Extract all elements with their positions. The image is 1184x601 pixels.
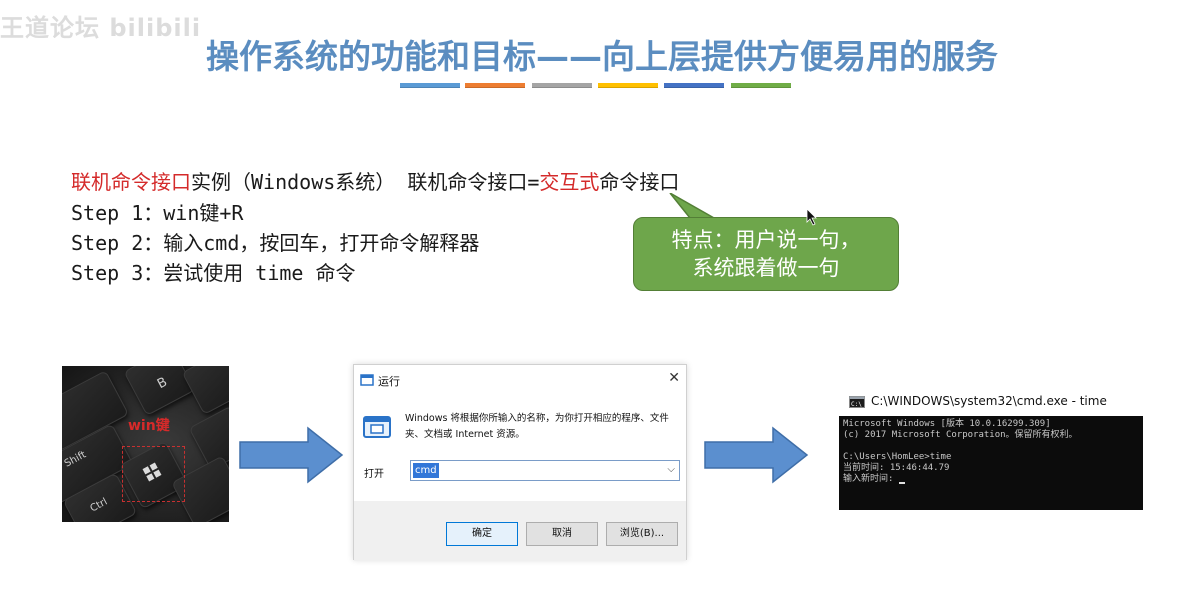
line1-tail-text: 命令接口 (599, 170, 680, 194)
console-line: (c) 2017 Microsoft Corporation。保留所有权利。 (843, 430, 1078, 440)
step-2-text: Step 2：输入cmd，按回车，打开命令解释器 (71, 231, 480, 255)
console-icon: C:\ (849, 396, 865, 408)
close-icon[interactable]: ✕ (668, 370, 680, 386)
cancel-button[interactable]: 取消 (526, 522, 598, 546)
color-bar (400, 83, 460, 88)
title-color-bars (400, 83, 800, 89)
highlight-interactive: 交互式 (539, 170, 600, 194)
chevron-down-icon[interactable]: ⌵ (667, 464, 675, 475)
run-command-input[interactable]: cmd ⌵ (410, 460, 680, 481)
ok-button[interactable]: 确定 (446, 522, 518, 546)
console-line: C:\Users\HomLee>time (843, 452, 952, 462)
cmd-window: C:\ C:\WINDOWS\system32\cmd.exe - time M… (839, 388, 1143, 510)
callout-line-1: 特点：用户说一句， (671, 228, 861, 252)
run-dialog-title: 运行 (378, 375, 400, 388)
run-app-icon (360, 374, 374, 386)
cmd-titlebar: C:\ C:\WINDOWS\system32\cmd.exe - time (839, 388, 1143, 416)
callout-line-2: 系统跟着做一句 (692, 256, 840, 280)
run-program-icon (363, 416, 391, 438)
svg-text:C:\: C:\ (851, 401, 862, 408)
keyboard-photo: Shift Ctrl B win键 (62, 366, 229, 522)
text-cursor-icon (898, 482, 905, 484)
console-prompt-line: 输入新时间: (843, 474, 1139, 485)
console-line: 当前时间: 15:46:44.79 (843, 463, 950, 473)
line1-middle-text: 实例（Windows系统） 联机命令接口= (191, 170, 540, 194)
open-label: 打开 (364, 469, 384, 480)
watermark: 王道论坛 bilibili (0, 14, 202, 42)
feature-callout: 特点：用户说一句， 系统跟着做一句 (633, 217, 899, 291)
run-dialog: 运行 ✕ Windows 将根据你所输入的名称，为你打开相应的程序、文件夹、文档… (353, 364, 687, 561)
run-command-value: cmd (413, 463, 439, 478)
browse-button[interactable]: 浏览(B)... (606, 522, 678, 546)
run-dialog-description: Windows 将根据你所输入的名称，为你打开相应的程序、文件夹、文档或 Int… (405, 413, 669, 440)
cmd-console-output[interactable]: Microsoft Windows [版本 10.0.16299.309] (c… (839, 416, 1143, 510)
color-bar (598, 83, 658, 88)
color-bar (664, 83, 724, 88)
console-line: Microsoft Windows [版本 10.0.16299.309] (843, 419, 1051, 429)
right-arrow-icon (239, 426, 344, 484)
step-1-text: Step 1：win键+R (71, 201, 244, 225)
console-line: 输入新时间: (843, 474, 899, 484)
content-line-1: 联机命令接口实例（Windows系统） 联机命令接口=交互式命令接口 (71, 166, 679, 195)
color-bar (532, 83, 592, 88)
win-key-highlight-box (122, 446, 185, 502)
color-bar (731, 83, 791, 88)
step-3-text: Step 3：尝试使用 time 命令 (71, 261, 356, 285)
cmd-window-title: C:\WINDOWS\system32\cmd.exe - time (871, 394, 1107, 408)
run-dialog-titlebar: 运行 ✕ (354, 365, 686, 395)
right-arrow-icon (704, 426, 809, 484)
highlight-online-command-interface: 联机命令接口 (71, 170, 191, 194)
color-bar (465, 83, 525, 88)
slide-title: 操作系统的功能和目标——向上层提供方便易用的服务 (206, 37, 998, 76)
mouse-cursor-icon (806, 208, 817, 226)
win-key-label: win键 (128, 418, 170, 434)
